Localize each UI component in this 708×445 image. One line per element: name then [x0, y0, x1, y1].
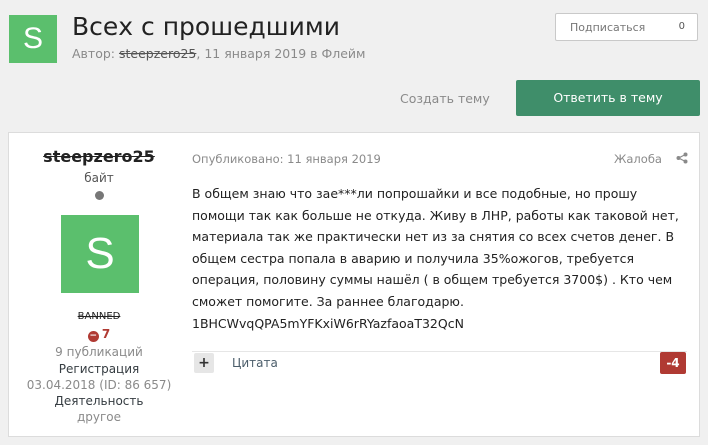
forum-link[interactable]: Флейм	[321, 46, 365, 61]
user-group-badge: BANNED	[77, 311, 121, 322]
post-body-text: В общем знаю что зае***ли попрошайки и в…	[192, 186, 679, 309]
minus-circle-icon: −	[87, 331, 99, 342]
create-topic-link[interactable]: Создать тему	[400, 91, 490, 106]
topic-author-avatar[interactable]: S	[9, 15, 57, 63]
post-content: В общем знаю что зае***ли попрошайки и в…	[192, 183, 692, 334]
reply-button[interactable]: Ответить в тему	[516, 80, 700, 116]
activity-value: другое	[76, 410, 122, 424]
byline-prefix: Автор:	[72, 46, 119, 61]
follow-count: 0	[678, 21, 685, 32]
share-icon[interactable]	[676, 152, 688, 164]
quote-button[interactable]: Цитата	[232, 356, 278, 370]
post-author-column: steepzero25 байт S BANNED −7 9 публикаци…	[9, 133, 189, 436]
activity-label: Деятельность	[54, 394, 144, 408]
page-title: Всех с прошедшими	[72, 12, 340, 41]
byline-date: , 11 января 2019 в	[196, 46, 322, 61]
post-published-date[interactable]: Опубликовано: 11 января 2019	[192, 152, 381, 166]
post-author-title: байт	[84, 171, 114, 185]
post-actions-divider	[192, 351, 687, 352]
post-card: steepzero25 байт S BANNED −7 9 публикаци…	[8, 132, 700, 437]
topic-byline: Автор: steepzero25, 11 января 2019 в Фле…	[72, 46, 365, 61]
post-count: 9 публикаций	[55, 345, 143, 359]
online-status-icon	[95, 191, 104, 200]
registration-date: 03.04.2018 (ID: 86 657)	[26, 378, 172, 392]
post-score-badge: -4	[660, 352, 686, 374]
reputation-value: 7	[101, 327, 111, 341]
follow-label: Подписаться	[570, 21, 646, 34]
multiquote-plus-button[interactable]: +	[194, 353, 214, 373]
report-link[interactable]: Жалоба	[614, 152, 662, 166]
post-wallet-address: 1BHCWvqQPA5mYFKxiW6rRYazfaoaT32QcN	[192, 315, 464, 331]
reputation-badge: −7	[9, 327, 189, 342]
post-author-avatar[interactable]: S	[61, 215, 139, 293]
topic-author-link[interactable]: steepzero25	[119, 46, 196, 61]
registration-label: Регистрация	[58, 362, 140, 376]
post-author-username[interactable]: steepzero25	[9, 147, 189, 166]
follow-button[interactable]: Подписаться 0	[555, 13, 698, 41]
